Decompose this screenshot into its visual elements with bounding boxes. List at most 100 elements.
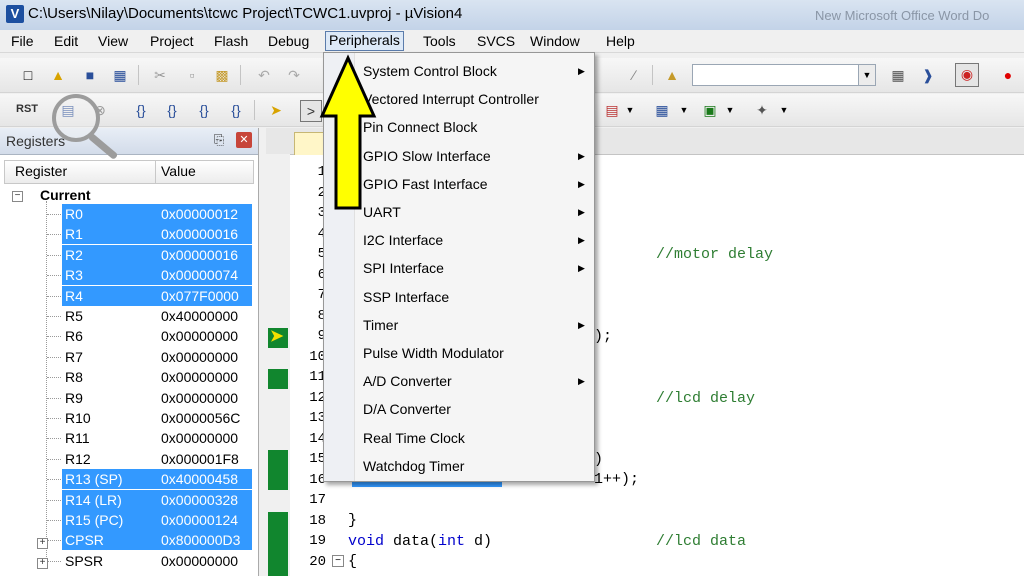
register-row[interactable]: R8 0x00000000 — [62, 367, 252, 387]
incremental-find-icon[interactable]: ❱ — [918, 65, 938, 85]
find-combo[interactable]: ▼ — [692, 64, 876, 86]
chevron-down-icon[interactable]: ▼ — [620, 100, 640, 120]
find-icon[interactable]: ▦ — [888, 65, 908, 85]
comment-icon[interactable]: ∕ — [624, 65, 644, 85]
menu-view[interactable]: View — [95, 32, 131, 50]
save-all-icon[interactable]: ▦ — [110, 65, 130, 85]
register-value[interactable]: 0x40000458 — [161, 469, 238, 489]
register-row[interactable]: R11 0x00000000 — [62, 428, 252, 448]
menu-item-peripheral[interactable]: D/A Converter — [363, 397, 451, 421]
register-row[interactable]: R2 0x00000016 — [62, 244, 252, 265]
register-row[interactable]: R1 0x00000016 — [62, 224, 252, 245]
register-value[interactable]: 0x00000000 — [161, 367, 238, 387]
menu-item-peripheral[interactable]: System Control Block — [363, 59, 497, 83]
tree-group-current[interactable]: Current — [40, 187, 91, 203]
menu-item-peripheral[interactable]: Real Time Clock — [363, 426, 465, 450]
register-row[interactable]: R15 (PC) 0x00000124 — [62, 510, 252, 530]
logic-analyzer-icon[interactable]: ▤ — [602, 100, 622, 120]
menu-item-peripheral[interactable]: A/D Converter — [363, 369, 452, 393]
menu-item-peripheral[interactable]: Vectored Interrupt Controller — [363, 87, 539, 111]
register-value[interactable]: 0x00000000 — [161, 388, 238, 408]
register-row[interactable]: CPSR 0x800000D3 — [62, 530, 252, 551]
background-window-title[interactable]: New Microsoft Office Word Do — [815, 8, 989, 23]
system-viewer-icon[interactable]: ▣ — [700, 100, 720, 120]
trace-window-icon[interactable]: ▦ — [652, 100, 672, 120]
register-value[interactable]: 0x00000012 — [161, 204, 238, 224]
close-icon[interactable]: ✕ — [236, 132, 252, 148]
register-value[interactable]: 0x00000000 — [161, 326, 238, 346]
menu-svcs[interactable]: SVCS — [474, 32, 518, 50]
register-row[interactable]: SPSR 0x00000000 — [62, 551, 252, 571]
register-value[interactable]: 0x00000000 — [161, 428, 238, 448]
find-in-files-icon[interactable]: ▲ — [662, 65, 682, 85]
run-to-cursor-icon[interactable]: {} — [226, 100, 246, 120]
chevron-down-icon[interactable]: ▼ — [674, 100, 694, 120]
register-row[interactable]: R6 0x00000000 — [62, 326, 252, 346]
reset-cpu-button[interactable]: RST — [14, 99, 40, 119]
redo-icon[interactable]: ↷ — [284, 65, 304, 85]
register-row[interactable]: R12 0x000001F8 — [62, 449, 252, 469]
menu-project[interactable]: Project — [147, 32, 197, 50]
register-row[interactable]: R4 0x077F0000 — [62, 285, 252, 306]
register-value[interactable]: 0x077F0000 — [161, 286, 239, 306]
menu-debug[interactable]: Debug — [265, 32, 312, 50]
register-row[interactable]: R7 0x00000000 — [62, 347, 252, 367]
menu-item-peripheral[interactable]: SSP Interface — [363, 285, 449, 309]
chevron-down-icon[interactable]: ▼ — [720, 100, 740, 120]
register-row[interactable]: R14 (LR) 0x00000328 — [62, 489, 252, 510]
debug-session-icon[interactable]: ◉ — [955, 63, 979, 87]
register-value[interactable]: 0x000001F8 — [161, 449, 239, 469]
toolbox-icon[interactable]: ✦ — [752, 100, 772, 120]
register-value[interactable]: 0x00000000 — [161, 551, 238, 571]
menu-item-peripheral[interactable]: SPI Interface — [363, 256, 444, 280]
menu-item-peripheral[interactable]: GPIO Slow Interface — [363, 144, 491, 168]
register-value[interactable]: 0x00000016 — [161, 245, 238, 265]
step-over-icon[interactable]: {} — [162, 100, 182, 120]
register-value[interactable]: 0x00000016 — [161, 224, 238, 244]
chevron-down-icon[interactable]: ▼ — [774, 100, 794, 120]
menu-item-peripheral[interactable]: Pin Connect Block — [363, 115, 477, 139]
step-in-icon[interactable]: {} — [131, 100, 151, 120]
expand-icon[interactable]: + — [37, 538, 48, 549]
menu-tools[interactable]: Tools — [420, 32, 459, 50]
menu-item-peripheral[interactable]: I2C Interface — [363, 228, 443, 252]
cut-icon[interactable]: ✂ — [150, 65, 170, 85]
collapse-icon[interactable]: − — [12, 191, 23, 202]
register-value[interactable]: 0x00000124 — [161, 510, 238, 530]
breakpoint-icon[interactable]: ● — [998, 65, 1018, 85]
menu-file[interactable]: File — [8, 32, 37, 50]
expand-icon[interactable]: + — [37, 558, 48, 569]
register-row[interactable]: R5 0x40000000 — [62, 306, 252, 326]
menu-item-peripheral[interactable]: Pulse Width Modulator — [363, 341, 504, 365]
register-row[interactable]: R10 0x0000056C — [62, 408, 252, 428]
menu-help[interactable]: Help — [603, 32, 638, 50]
menu-item-peripheral[interactable]: GPIO Fast Interface — [363, 172, 488, 196]
register-row[interactable]: R3 0x00000074 — [62, 265, 252, 286]
menu-item-peripheral[interactable]: Timer — [363, 313, 398, 337]
step-out-icon[interactable]: {} — [194, 100, 214, 120]
register-value[interactable]: 0x00000328 — [161, 490, 238, 510]
show-next-statement-icon[interactable]: ➤ — [266, 100, 286, 120]
menu-peripherals[interactable]: Peripherals — [325, 31, 404, 51]
register-row[interactable]: R0 0x00000012 — [62, 204, 252, 224]
column-register[interactable]: Register — [15, 163, 67, 179]
register-row[interactable]: R9 0x00000000 — [62, 388, 252, 408]
save-icon[interactable]: ■ — [80, 65, 100, 85]
paste-icon[interactable]: ▩ — [212, 65, 232, 85]
menu-item-peripheral[interactable]: Watchdog Timer — [363, 454, 464, 478]
register-value[interactable]: 0x0000056C — [161, 408, 240, 428]
register-value[interactable]: 0x40000000 — [161, 306, 238, 326]
open-folder-icon[interactable]: ▲ — [48, 65, 68, 85]
register-value[interactable]: 0x800000D3 — [161, 530, 240, 550]
register-row[interactable]: R13 (SP) 0x40000458 — [62, 469, 252, 490]
menu-edit[interactable]: Edit — [51, 32, 81, 50]
pin-icon[interactable]: ⎘ — [214, 132, 224, 148]
register-value[interactable]: 0x00000000 — [161, 347, 238, 367]
column-value[interactable]: Value — [161, 163, 196, 179]
menu-window[interactable]: Window — [527, 32, 583, 50]
undo-icon[interactable]: ↶ — [254, 65, 274, 85]
column-divider[interactable] — [155, 161, 156, 183]
fold-collapse-icon[interactable]: − — [332, 555, 344, 567]
chevron-down-icon[interactable]: ▼ — [858, 65, 875, 85]
menu-flash[interactable]: Flash — [211, 32, 251, 50]
